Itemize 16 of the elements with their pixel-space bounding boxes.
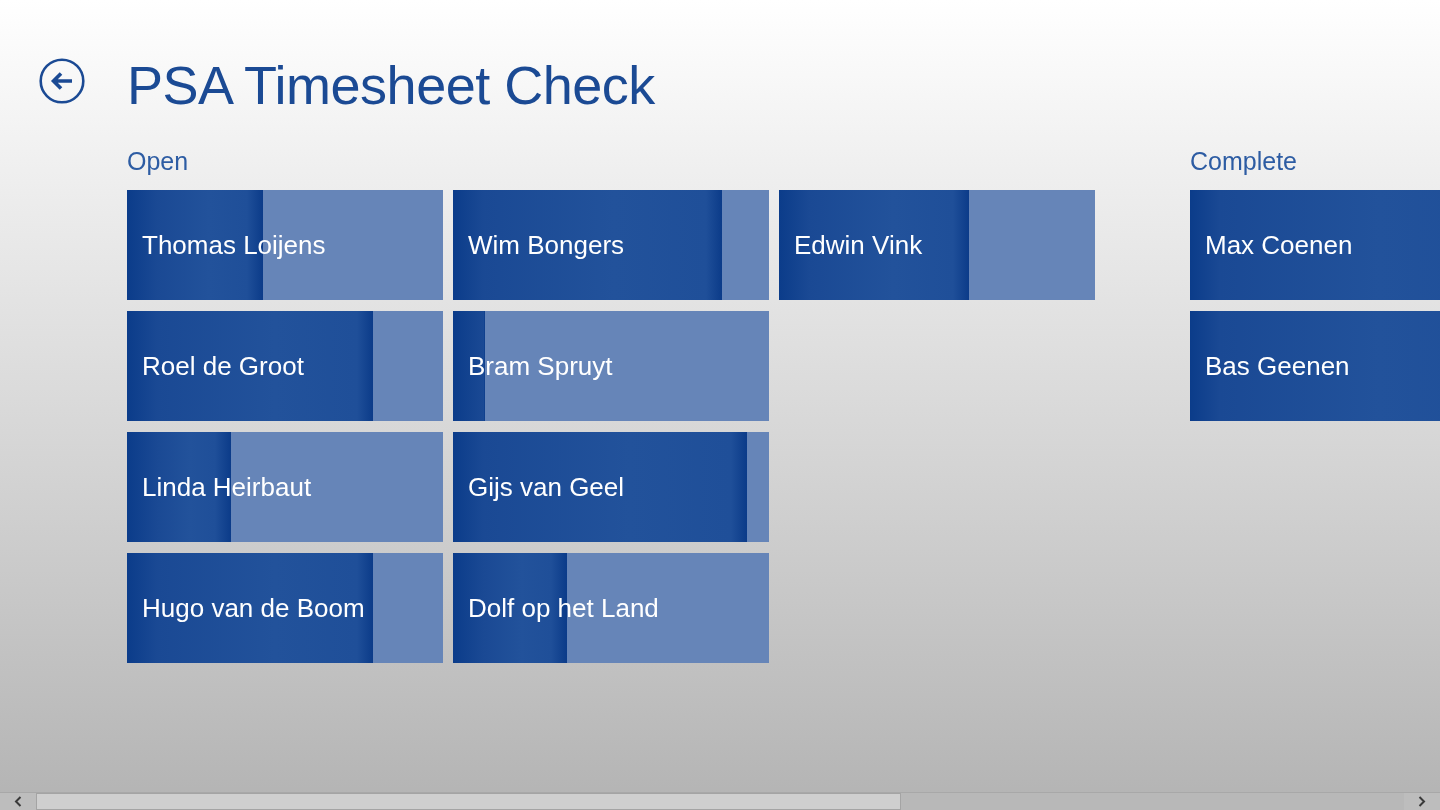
timesheet-tile[interactable]: Roel de Groot <box>127 311 443 421</box>
chevron-left-icon <box>14 796 22 807</box>
chevron-right-icon <box>1418 796 1426 807</box>
timesheet-tile[interactable]: Hugo van de Boom <box>127 553 443 663</box>
timesheet-tile[interactable]: Edwin Vink <box>779 190 1095 300</box>
group-header: Open <box>127 149 189 174</box>
group-header: Complete <box>1190 149 1297 174</box>
scroll-right-button[interactable] <box>1404 793 1440 810</box>
back-button[interactable] <box>39 58 85 104</box>
timesheet-tile[interactable]: Gijs van Geel <box>453 432 769 542</box>
page-title: PSA Timesheet Check <box>127 58 655 112</box>
timesheet-tile[interactable]: Max Coenen <box>1190 190 1440 300</box>
timesheet-tile[interactable]: Bas Geenen <box>1190 311 1440 421</box>
scroll-left-button[interactable] <box>0 793 36 810</box>
timesheet-tile[interactable]: Wim Bongers <box>453 190 769 300</box>
scrollbar-thumb[interactable] <box>36 793 901 810</box>
